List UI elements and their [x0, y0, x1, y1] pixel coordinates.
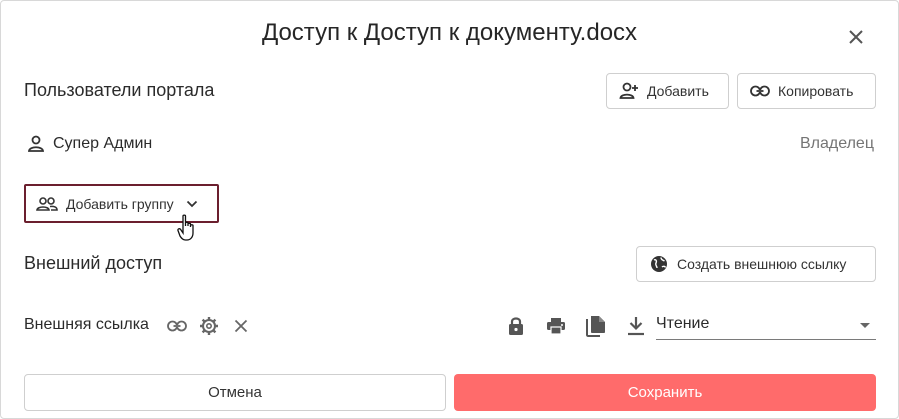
copy-link-button[interactable] — [165, 314, 189, 338]
hand-cursor-icon — [177, 214, 194, 241]
password-protect-button[interactable] — [504, 314, 528, 338]
external-access-title: Внешний доступ — [24, 253, 163, 273]
dropdown-arrow-icon — [860, 323, 870, 328]
add-group-label: Добавить группу — [66, 195, 174, 212]
user-name: Супер Админ — [53, 135, 153, 152]
create-external-link-label: Создать внешнюю ссылку — [677, 256, 847, 272]
globe-icon — [649, 254, 669, 274]
access-level-value: Чтение — [656, 315, 710, 332]
external-link-label: Внешняя ссылка — [24, 316, 149, 333]
print-permission-button[interactable] — [544, 314, 568, 338]
link-settings-button[interactable] — [197, 314, 221, 338]
close-icon — [234, 319, 248, 333]
chevron-down-icon — [184, 196, 200, 212]
remove-link-button[interactable] — [229, 314, 253, 338]
add-user-button[interactable]: Добавить — [606, 73, 729, 109]
person-icon — [25, 133, 47, 155]
copy-icon — [586, 316, 605, 337]
access-level-select[interactable]: Чтение — [656, 312, 876, 340]
link-icon — [167, 320, 187, 332]
save-button[interactable]: Сохранить — [454, 374, 876, 411]
download-permission-button[interactable] — [624, 314, 648, 338]
share-dialog: Доступ к Доступ к документу.docx Пользов… — [0, 0, 899, 419]
group-icon — [36, 194, 58, 214]
close-button[interactable] — [841, 23, 871, 51]
copy-button[interactable]: Копировать — [737, 73, 876, 109]
user-row: Супер Админ — [25, 133, 152, 155]
copy-permission-button[interactable] — [584, 314, 608, 338]
create-external-link-button[interactable]: Создать внешнюю ссылку — [636, 246, 876, 282]
portal-users-title: Пользователи портала — [24, 80, 215, 100]
person-add-icon — [619, 81, 639, 101]
user-role: Владелец — [799, 135, 874, 152]
lock-icon — [509, 317, 523, 335]
print-icon — [547, 318, 565, 335]
link-icon — [750, 81, 770, 101]
dialog-title: Доступ к Доступ к документу.docx — [261, 19, 638, 46]
download-icon — [628, 317, 644, 336]
cancel-button[interactable]: Отмена — [24, 374, 446, 411]
close-icon — [849, 30, 863, 44]
gear-icon — [200, 317, 218, 335]
copy-label: Копировать — [778, 83, 854, 99]
add-user-label: Добавить — [647, 83, 709, 99]
